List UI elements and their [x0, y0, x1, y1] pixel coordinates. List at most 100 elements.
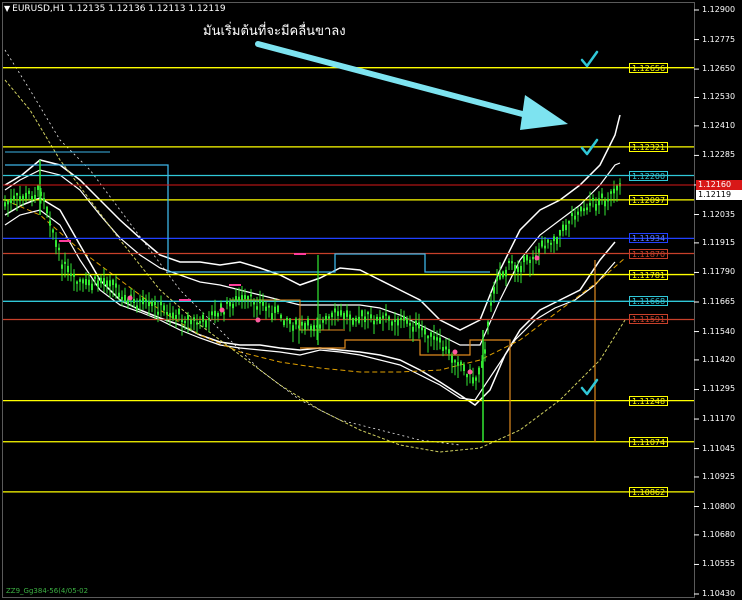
- candle-body: [457, 362, 459, 366]
- candle-body: [10, 198, 12, 204]
- candle-body: [418, 322, 420, 329]
- level-label: 1.11668: [629, 296, 669, 307]
- level-label: 1.10862: [629, 486, 669, 497]
- candle-body: [256, 306, 258, 310]
- candle-body: [466, 373, 468, 378]
- candle-body: [238, 296, 240, 301]
- candle-body: [601, 193, 603, 198]
- candle-body: [205, 320, 207, 328]
- candle-body: [7, 200, 9, 205]
- candle-body: [133, 298, 135, 304]
- candle-body: [604, 200, 606, 207]
- axis-tick-label: 1.11540: [702, 326, 736, 336]
- candle-body: [211, 311, 213, 316]
- candle-body: [358, 316, 360, 323]
- candle-body: [517, 266, 519, 272]
- candle-body: [334, 308, 336, 313]
- candle-body: [376, 316, 378, 321]
- candle-body: [166, 311, 168, 315]
- candle-body: [475, 377, 477, 381]
- candle-body: [145, 299, 147, 302]
- candle-body: [214, 310, 216, 317]
- candle-body: [337, 311, 339, 316]
- candle-body: [319, 324, 321, 329]
- candle-body: [118, 292, 120, 298]
- candle-body: [487, 321, 489, 327]
- candle-body: [97, 280, 99, 287]
- candle-body: [289, 318, 291, 324]
- current-price-tag: 1.12160: [696, 179, 742, 190]
- axis-tick-label: 1.11420: [702, 354, 736, 364]
- signal-dot: [452, 349, 458, 355]
- candle-body: [13, 195, 15, 201]
- candle-body: [4, 202, 6, 207]
- candle-body: [295, 318, 297, 325]
- candle-body: [454, 360, 456, 363]
- candle-body: [532, 256, 534, 260]
- candle-body: [394, 319, 396, 322]
- candle-body: [25, 192, 27, 199]
- candle-body: [220, 303, 222, 309]
- candle-body: [184, 320, 186, 324]
- candle-body: [523, 256, 525, 263]
- candle-body: [34, 194, 36, 200]
- collapse-triangle-icon[interactable]: ▼: [4, 4, 10, 13]
- candle-body: [490, 302, 492, 306]
- candle-body: [82, 279, 84, 284]
- candle-body: [412, 326, 414, 332]
- chart-window[interactable]: ▼ EURUSD,H1 1.12135 1.12136 1.12113 1.121…: [0, 0, 742, 600]
- candle-body: [502, 271, 504, 278]
- candle-body: [355, 317, 357, 322]
- candle-body: [85, 279, 87, 285]
- candle-body: [139, 299, 141, 302]
- candle-body: [616, 185, 618, 191]
- candle-body: [307, 318, 309, 326]
- candle-body: [22, 195, 24, 200]
- candle-body: [373, 320, 375, 325]
- candle-body: [463, 364, 465, 372]
- candle-body: [343, 313, 345, 320]
- candle-body: [88, 279, 90, 286]
- candle-body: [154, 301, 156, 306]
- candle-body: [181, 319, 183, 323]
- axis-tick-label: 1.10430: [702, 589, 736, 598]
- candle-body: [385, 313, 387, 316]
- candle-body: [583, 208, 585, 212]
- candle-body: [526, 254, 528, 261]
- candle-body: [28, 190, 30, 194]
- candle-body: [16, 192, 18, 196]
- axis-tick-label: 1.12900: [702, 5, 736, 14]
- candle-body: [313, 325, 315, 331]
- candle-body: [19, 196, 21, 201]
- axis-tick-label: 1.12650: [702, 64, 736, 74]
- candle-body: [244, 295, 246, 300]
- candle-body: [580, 206, 582, 212]
- candle-body: [478, 367, 480, 375]
- candle-body: [565, 224, 567, 231]
- candle-body: [46, 206, 48, 214]
- candle-body: [163, 305, 165, 311]
- candle-body: [298, 325, 300, 329]
- candle-body: [325, 315, 327, 321]
- level-label: 1.11074: [629, 436, 669, 447]
- candle-body: [247, 295, 249, 300]
- level-label: 1.11870: [629, 248, 669, 259]
- candle-body: [76, 281, 78, 284]
- level-label: 1.11934: [629, 233, 669, 244]
- candle-body: [115, 283, 117, 288]
- candle-body: [265, 306, 267, 311]
- candle-body: [589, 202, 591, 206]
- candle-body: [445, 346, 447, 350]
- candle-body: [202, 314, 204, 322]
- candle-body: [541, 240, 543, 247]
- axis-tick-label: 1.12530: [702, 92, 736, 102]
- candle-body: [544, 245, 546, 249]
- candle-body: [514, 265, 516, 271]
- candle-body: [505, 269, 507, 277]
- candle-body: [550, 242, 552, 245]
- candle-body: [190, 319, 192, 325]
- candle-body: [448, 349, 450, 354]
- candle-body: [112, 279, 114, 285]
- level-label: 1.12097: [629, 194, 669, 205]
- candle-body: [508, 260, 510, 264]
